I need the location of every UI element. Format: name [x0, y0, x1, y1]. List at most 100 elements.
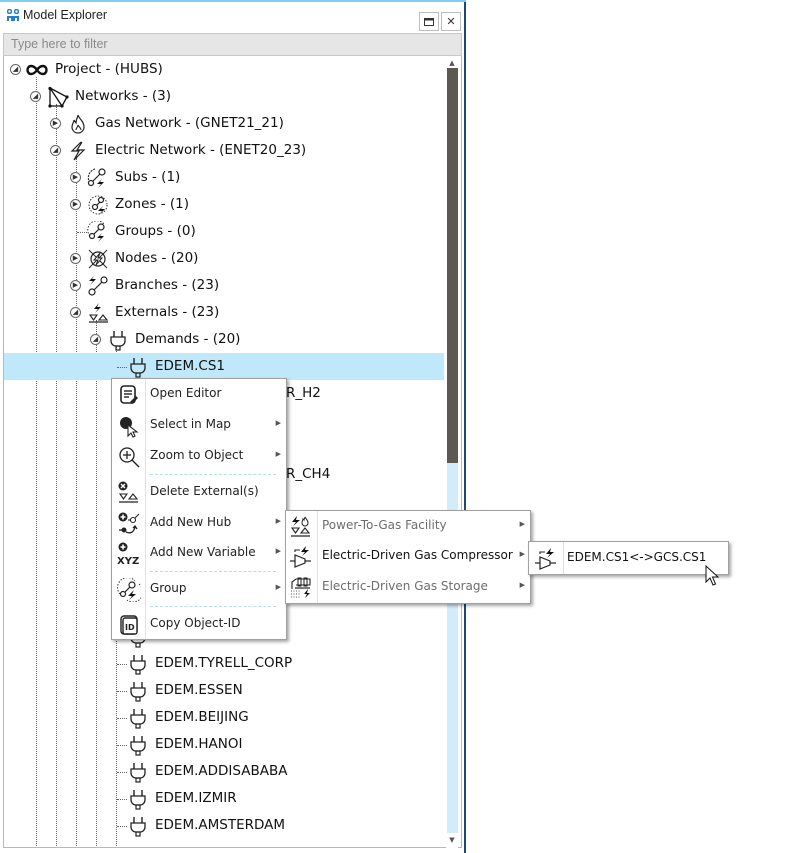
tree-node-subs[interactable]: ▶ Subs - (1)	[4, 167, 444, 189]
collapse-toggle[interactable]: ◢	[50, 145, 61, 156]
menu-item-electric-driven-gas-compressor[interactable]: Electric-Driven Gas Compressor ▶	[286, 541, 530, 571]
collapse-toggle[interactable]: ◢	[10, 64, 21, 75]
tree-node-label: Zones - (1)	[115, 196, 189, 212]
tree-node-label: Groups - (0)	[115, 223, 196, 239]
branches-icon	[88, 276, 108, 296]
tree-node-label: Gas Network - (GNET21_21)	[95, 115, 284, 131]
window-title: Model Explorer	[23, 8, 108, 22]
menu-item-add-new-hub[interactable]: Add New Hub ▶	[112, 508, 286, 538]
tree-node-label: Networks - (3)	[75, 88, 171, 104]
collapse-toggle[interactable]: ◢	[90, 334, 101, 345]
tree-node-label: Branches - (23)	[115, 277, 220, 293]
expand-toggle[interactable]: ▶	[70, 199, 81, 210]
submenu-arrow-icon: ▶	[519, 520, 525, 528]
compressor-icon	[290, 546, 311, 568]
demand-label: EDEM.IZMIR	[155, 790, 237, 806]
demand-label: EDEM.TYRELL_CORP	[155, 655, 293, 671]
menu-item-add-new-variable[interactable]: XYZ Add New Variable ▶	[112, 538, 286, 568]
demand-list-item[interactable]: EDEM.HANOI	[4, 734, 444, 756]
menu-item-copy-object-id[interactable]: ID Copy Object-ID	[112, 609, 286, 639]
vertical-scrollbar[interactable]: ▲ ▼	[446, 57, 458, 848]
group-icon	[117, 578, 141, 602]
demand-list-item[interactable]: EDEM.BEIJING	[4, 707, 444, 729]
add-new-hub-submenu: Power-To-Gas Facility ▶ Electric-Driven …	[285, 510, 531, 604]
menu-item-label: Open Editor	[150, 386, 222, 400]
tree-node-gas-network[interactable]: ▶ Gas Network - (GNET21_21)	[4, 113, 444, 135]
compressor-submenu: EDEM.CS1<->GCS.CS1	[528, 541, 729, 575]
scroll-up-arrow-icon[interactable]: ▲	[446, 59, 458, 68]
tree-node-label: Subs - (1)	[115, 169, 181, 185]
expand-toggle[interactable]: ▶	[70, 253, 81, 264]
submenu-arrow-icon: ▶	[519, 581, 525, 589]
title-bar: Model Explorer ✕	[0, 2, 464, 34]
nodes-icon	[88, 249, 108, 269]
demand-list-item[interactable]: EDEM.ADDISABABA	[4, 761, 444, 783]
infinity-icon	[26, 64, 48, 76]
tree-node-demands[interactable]: ◢ Demands - (20)	[4, 329, 444, 351]
tree-connector	[117, 799, 127, 800]
tree-node-zones[interactable]: ▶ Zones - (1)	[4, 194, 444, 216]
restore-button[interactable]	[419, 12, 439, 31]
tree-node-groups[interactable]: Groups - (0)	[4, 221, 444, 243]
context-menu: Open Editor Select in Map ▶ Zoom to Obje…	[111, 378, 287, 640]
filter-input[interactable]: Type here to filter	[3, 33, 462, 56]
submenu-arrow-icon: ▶	[275, 450, 281, 458]
demand-label: EDEM.ADDISABABA	[155, 763, 288, 779]
tree-node-label: Demands - (20)	[135, 331, 241, 347]
demand-list-item[interactable]: EDEM.TYRELL_CORP	[4, 653, 444, 675]
plug-icon	[127, 761, 149, 783]
id-icon: ID	[120, 615, 138, 635]
plug-icon	[127, 734, 149, 756]
demand-list-item[interactable]: EDEM.CS1	[4, 353, 444, 380]
tree-connector	[117, 718, 127, 719]
plug-icon	[127, 707, 149, 729]
expand-toggle[interactable]: ▶	[50, 118, 61, 129]
tree-node-externals[interactable]: ◢ Externals - (23)	[4, 302, 444, 324]
menu-separator	[150, 606, 276, 607]
plug-icon	[127, 356, 149, 378]
plug-icon	[110, 331, 126, 351]
expand-toggle[interactable]: ▶	[70, 280, 81, 291]
demand-list-item[interactable]: EDEM.IZMIR	[4, 788, 444, 810]
expand-toggle[interactable]: ▶	[70, 172, 81, 183]
tree-connector	[117, 691, 127, 692]
zoom-in-icon	[119, 447, 140, 468]
menu-item-label: Electric-Driven Gas Compressor	[322, 548, 513, 562]
demand-label: R_H2	[286, 385, 321, 401]
demand-list-item[interactable]: EDEM.AMSTERDAM	[4, 815, 444, 837]
menu-item-power-to-gas-facility[interactable]: Power-To-Gas Facility ▶	[286, 511, 530, 541]
tree-guide-line	[36, 77, 37, 847]
scrollbar-thumb[interactable]	[447, 68, 458, 463]
restore-icon	[424, 17, 434, 26]
tree-node-electric-network[interactable]: ◢ Electric Network - (ENET20_23)	[4, 140, 444, 162]
menu-item-label: Zoom to Object	[150, 448, 244, 462]
externals-icon	[88, 303, 109, 323]
zones-icon	[88, 195, 108, 215]
demand-label: EDEM.BEIJING	[155, 709, 249, 725]
menu-item-label: Add New Variable	[150, 545, 256, 559]
tree-node-nodes[interactable]: ▶ Nodes - (20)	[4, 248, 444, 270]
menu-separator	[150, 474, 276, 475]
tree-node-networks[interactable]: ◢ Networks - (3)	[4, 86, 444, 108]
close-button[interactable]: ✕	[441, 12, 461, 31]
menu-item-group[interactable]: Group ▶	[112, 574, 286, 604]
demand-label: EDEM.AMSTERDAM	[155, 817, 286, 833]
menu-item-label: Add New Hub	[150, 515, 232, 529]
menu-item-open-editor[interactable]: Open Editor	[112, 379, 286, 409]
plug-icon	[127, 680, 149, 702]
demand-list-item[interactable]: EDEM.ESSEN	[4, 680, 444, 702]
collapse-toggle[interactable]: ◢	[30, 91, 41, 102]
collapse-toggle[interactable]: ◢	[70, 307, 81, 318]
tree-node-branches[interactable]: ▶ Branches - (23)	[4, 275, 444, 297]
lightning-icon	[70, 141, 86, 161]
menu-item-delete-externals[interactable]: Delete External(s)	[112, 477, 286, 507]
plug-icon	[127, 815, 149, 837]
menu-item-select-in-map[interactable]: Select in Map ▶	[112, 410, 286, 440]
demand-label: EDEM.CS1	[155, 358, 225, 374]
tree-node-project[interactable]: ◢ Project - (HUBS)	[4, 59, 444, 81]
menu-item-label: Copy Object-ID	[150, 616, 241, 630]
menu-item-electric-driven-gas-storage[interactable]: Electric-Driven Gas Storage ▶	[286, 572, 530, 602]
scroll-down-arrow-icon[interactable]: ▼	[446, 836, 458, 845]
menu-item-compressor-link[interactable]: EDEM.CS1<->GCS.CS1	[529, 543, 728, 573]
menu-item-zoom-to-object[interactable]: Zoom to Object ▶	[112, 441, 286, 471]
